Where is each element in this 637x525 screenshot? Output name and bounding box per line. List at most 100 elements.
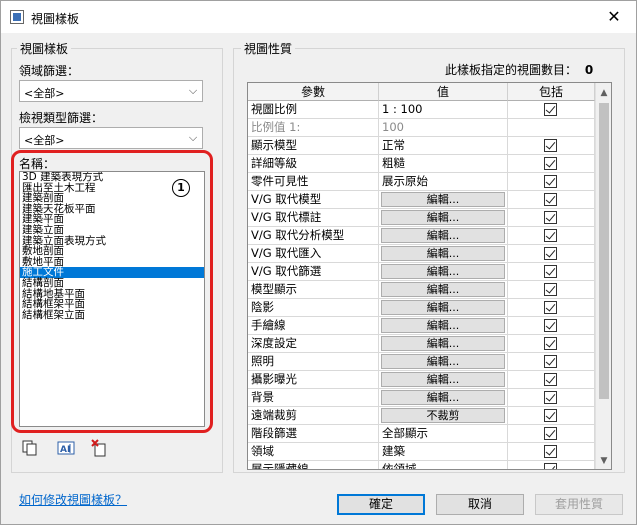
include-checkbox[interactable] [544,265,557,278]
assigned-views-count-value: 0 [584,63,594,77]
property-value[interactable]: 展示原始 [382,174,428,188]
dialog-window: 視圖樣板 ✕ 視圖樣板 領域篩選： <全部> ⌵ 檢視類型篩選： <全部> ⌵ … [0,0,637,525]
template-name-list[interactable]: 3D 建築表現方式 匯出至土木工程 建築剖面 建築天花板平面 建築平面 建築立面 建築立面表… [19,171,205,427]
header-value[interactable]: 值 [379,83,508,101]
property-name: 零件可見性 [248,173,379,191]
include-cell [508,317,595,335]
rename-icon[interactable]: AI [57,439,75,457]
property-name: 陰影 [248,299,379,317]
svg-text:AI: AI [60,445,70,455]
property-value[interactable]: 正常 [382,138,405,152]
property-row: V/G 取代匯入 編輯... [248,245,595,263]
ok-button[interactable]: 確定 [337,494,425,515]
include-checkbox[interactable] [544,157,557,170]
edit-button[interactable]: 編輯... [381,210,505,225]
window-title: 視圖樣板 [31,12,80,26]
include-checkbox[interactable] [544,247,557,260]
property-value[interactable]: 1 : 100 [382,102,422,116]
include-checkbox[interactable] [544,319,557,332]
edit-button[interactable]: 編輯... [381,300,505,315]
delete-icon[interactable] [90,439,108,457]
template-list-item[interactable]: 結構剖面 [20,278,204,289]
property-value[interactable]: 依領域 [382,462,417,469]
property-name: 照明 [248,353,379,371]
edit-button[interactable]: 編輯... [381,354,505,369]
include-checkbox[interactable] [544,301,557,314]
edit-button[interactable]: 編輯... [381,336,505,351]
include-checkbox[interactable] [544,103,557,116]
property-row: 比例值 1: 100 [248,119,595,137]
duplicate-icon[interactable] [21,439,39,457]
property-row: 顯示模型 正常 [248,137,595,155]
chevron-down-icon: ⌵ [188,131,198,144]
property-name: V/G 取代模型 [248,191,379,209]
property-name: 展示隱藏線 [248,461,379,469]
scroll-up-icon[interactable]: ▲ [596,85,611,101]
scroll-thumb[interactable] [599,103,609,399]
include-cell [508,425,595,443]
include-checkbox[interactable] [544,391,557,404]
property-value-cell: 建築 [379,443,508,461]
edit-button[interactable]: 編輯... [381,228,505,243]
property-value-cell: 全部顯示 [379,425,508,443]
header-parameter[interactable]: 參數 [248,83,379,101]
properties-scrollbar[interactable]: ▲ ▼ [595,83,611,469]
edit-button[interactable]: 編輯... [381,282,505,297]
property-name: 比例值 1: [248,119,379,137]
header-include[interactable]: 包括 [508,83,595,101]
include-checkbox[interactable] [544,175,557,188]
edit-button[interactable]: 編輯... [381,372,505,387]
assigned-views-count: 此樣板指定的視圖數目： 0 [445,61,593,78]
property-name: 詳細等級 [248,155,379,173]
view-type-filter-select[interactable]: <全部> ⌵ [19,127,203,149]
help-link[interactable]: 如何修改視圖樣板？ [19,491,127,508]
include-cell [508,263,595,281]
template-list-item[interactable]: 結構框架立面 [20,310,204,321]
scroll-down-icon[interactable]: ▼ [596,453,611,469]
include-checkbox[interactable] [544,409,557,422]
include-cell [508,461,595,469]
edit-button[interactable]: 編輯... [381,264,505,279]
include-checkbox[interactable] [544,283,557,296]
property-value[interactable]: 建築 [382,444,405,458]
include-checkbox[interactable] [544,211,557,224]
include-checkbox[interactable] [544,463,557,469]
include-cell [508,353,595,371]
property-value-cell: 編輯... [379,209,508,227]
edit-button[interactable]: 編輯... [381,390,505,405]
include-checkbox[interactable] [544,193,557,206]
property-name: 模型顯示 [248,281,379,299]
property-name: V/G 取代分析模型 [248,227,379,245]
template-list-item[interactable]: 建築立面 [20,225,204,236]
discipline-filter-label: 領域篩選： [19,64,80,78]
property-row: 領域 建築 [248,443,595,461]
property-value[interactable]: 全部顯示 [382,426,428,440]
include-checkbox[interactable] [544,445,557,458]
property-row: V/G 取代標註 編輯... [248,209,595,227]
property-value-cell: 編輯... [379,281,508,299]
discipline-filter-select[interactable]: <全部> ⌵ [19,80,203,102]
property-value-cell: 正常 [379,137,508,155]
include-checkbox[interactable] [544,355,557,368]
property-value[interactable]: 粗糙 [382,156,405,170]
discipline-filter-value: <全部> [24,87,65,100]
edit-button[interactable]: 不裁剪 [381,408,505,423]
include-cell [508,227,595,245]
edit-button[interactable]: 編輯... [381,192,505,207]
property-row: 背景 編輯... [248,389,595,407]
include-cell [508,299,595,317]
property-row: 深度設定 編輯... [248,335,595,353]
edit-button[interactable]: 編輯... [381,318,505,333]
property-row: 模型顯示 編輯... [248,281,595,299]
cancel-button[interactable]: 取消 [436,494,524,515]
include-checkbox[interactable] [544,373,557,386]
property-row: V/G 取代模型 編輯... [248,191,595,209]
include-cell [508,101,595,119]
include-checkbox[interactable] [544,139,557,152]
property-value-cell: 編輯... [379,389,508,407]
include-checkbox[interactable] [544,337,557,350]
edit-button[interactable]: 編輯... [381,246,505,261]
close-button[interactable]: ✕ [592,1,636,32]
include-checkbox[interactable] [544,229,557,242]
include-checkbox[interactable] [544,427,557,440]
